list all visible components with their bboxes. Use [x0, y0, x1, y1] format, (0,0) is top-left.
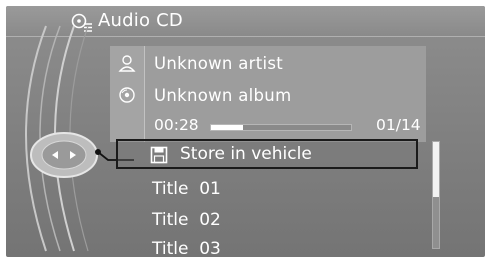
idrive-screen: Audio CD Unknown artist Unknown album 00…	[6, 6, 485, 257]
list-item[interactable]: Title 01	[116, 176, 418, 206]
title-label: Title 03	[152, 239, 221, 257]
track-list: Store in vehicle Title 01 Title 02 Title…	[6, 6, 485, 257]
store-in-vehicle-label: Store in vehicle	[180, 144, 312, 164]
scrollbar[interactable]	[432, 141, 440, 249]
title-label: Title 02	[152, 210, 221, 230]
store-in-vehicle-item[interactable]: Store in vehicle	[116, 139, 418, 169]
list-item[interactable]: Title 03	[116, 236, 418, 257]
scroll-thumb[interactable]	[433, 142, 439, 198]
list-item[interactable]: Title 02	[116, 207, 418, 237]
save-icon	[150, 146, 168, 164]
title-label: Title 01	[152, 179, 221, 199]
